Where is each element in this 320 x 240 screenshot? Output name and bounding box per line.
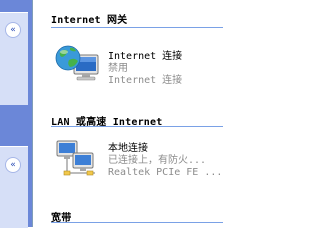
connection-name: Internet 连接: [108, 51, 183, 62]
connection-status: 已连接上，有防火...: [108, 155, 207, 166]
group-divider: [51, 222, 223, 223]
connection-details: Internet 连接 禁用 Internet 连接: [108, 51, 182, 87]
group-divider: [51, 27, 223, 28]
group-divider: [51, 126, 223, 127]
task-pane: « «: [0, 0, 32, 228]
collapse-chevron-icon[interactable]: «: [5, 22, 21, 38]
lan-connection-icon: [56, 140, 95, 176]
connections-list: Internet 网关 Internet 连接 禁用 Internet 连接 L…: [33, 0, 223, 227]
group-header-internet-gateway: Internet 网关: [51, 15, 128, 26]
connection-details: 本地连接 已连接上，有防火... Realtek PCIe FE ...: [108, 143, 222, 179]
connection-name: 本地连接: [108, 143, 148, 154]
connection-device: Internet 连接: [108, 75, 183, 86]
collapse-chevron-icon[interactable]: «: [5, 157, 21, 173]
connection-status: 禁用: [108, 63, 128, 74]
internet-globe-icon: [55, 45, 99, 81]
connection-device: Realtek PCIe FE ...: [108, 167, 223, 178]
